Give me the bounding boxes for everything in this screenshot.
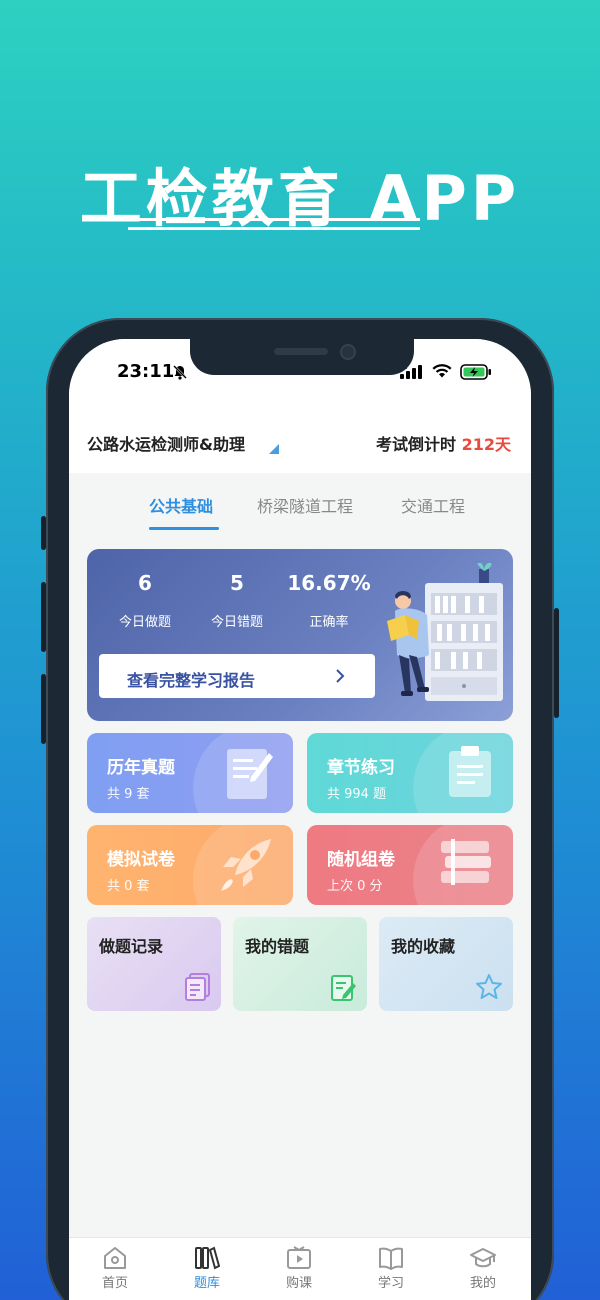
full-report-button[interactable]: 查看完整学习报告 <box>99 654 375 698</box>
home-icon <box>104 1247 126 1269</box>
mute-switch <box>41 516 46 550</box>
wrong-answers-icon <box>331 975 356 1001</box>
nav-study[interactable]: 学习 <box>361 1246 421 1291</box>
stat-label: 今日做题 <box>118 615 171 630</box>
power-button <box>554 608 559 718</box>
reading-person-illustration <box>387 563 503 701</box>
module-random-paper[interactable]: 随机组卷 上次 0 分 <box>307 825 513 905</box>
quick-link-favorites[interactable]: 我的收藏 <box>379 917 513 1011</box>
report-button-label: 查看完整学习报告 <box>127 671 256 690</box>
document-edit-icon <box>227 749 273 799</box>
module-past-exams[interactable]: 历年真题 共 9 套 <box>87 733 293 813</box>
stat-accuracy: 16.67% 正确率 <box>279 571 379 630</box>
app-header: 公路水运检测师&助理 考试倒计时 212天 <box>69 401 531 473</box>
countdown-days: 212天 <box>461 435 511 454</box>
module-subtitle: 共 0 套 <box>107 879 150 894</box>
nav-label: 购课 <box>285 1276 312 1291</box>
quick-link-title: 我的错题 <box>245 937 310 956</box>
clipboard-icon <box>449 746 491 797</box>
dropdown-corner-icon[interactable] <box>269 444 279 454</box>
nav-buy-course[interactable]: 购课 <box>269 1246 329 1291</box>
phone-screen: 23:11 公路水运检测师&助理 考试倒计时 212天 公共基础 桥梁隧道工程 … <box>69 339 531 1300</box>
notch <box>190 339 414 375</box>
module-subtitle: 共 9 套 <box>107 787 150 802</box>
nav-label: 学习 <box>377 1276 404 1291</box>
tab-traffic-engineering[interactable]: 交通工程 <box>401 493 465 517</box>
stat-value: 6 <box>138 571 152 595</box>
front-camera <box>340 344 356 360</box>
quick-link-wrong-answers[interactable]: 我的错题 <box>233 917 367 1011</box>
stat-label: 今日错题 <box>210 615 263 630</box>
library-icon <box>195 1246 220 1270</box>
chevron-right-icon <box>336 669 345 683</box>
promo-underline <box>128 218 420 221</box>
stat-label: 正确率 <box>309 615 349 630</box>
module-mock-exams[interactable]: 模拟试卷 共 0 套 <box>87 825 293 905</box>
nav-label: 首页 <box>101 1276 128 1291</box>
stat-value: 5 <box>230 571 244 595</box>
graduation-cap-icon <box>470 1248 496 1268</box>
star-icon <box>476 974 502 999</box>
records-icon <box>185 973 210 1001</box>
nav-label: 题库 <box>193 1276 220 1291</box>
countdown-label: 考试倒计时 <box>376 435 457 454</box>
bell-muted-icon <box>173 365 187 380</box>
module-title: 历年真题 <box>107 758 175 778</box>
subject-tabs: 公共基础 桥梁隧道工程 交通工程 <box>69 473 531 531</box>
exam-selector[interactable]: 公路水运检测师&助理 <box>87 431 245 455</box>
module-chapter-practice[interactable]: 章节练习 共 994 题 <box>307 733 513 813</box>
tab-bridge-tunnel[interactable]: 桥梁隧道工程 <box>257 493 353 517</box>
quick-link-records[interactable]: 做题记录 <box>87 917 221 1011</box>
study-stats-card: 6 今日做题 5 今日错题 16.67% 正确率 查看完整学习报告 <box>87 549 513 721</box>
stat-today-questions: 6 今日做题 <box>95 571 195 630</box>
books-icon <box>441 839 491 885</box>
module-subtitle: 上次 0 分 <box>327 879 383 894</box>
nav-label: 我的 <box>469 1276 496 1291</box>
nav-home[interactable]: 首页 <box>85 1246 145 1291</box>
module-title: 模拟试卷 <box>107 850 175 870</box>
module-title: 随机组卷 <box>327 850 395 870</box>
volume-up-button <box>41 582 46 652</box>
exam-countdown: 考试倒计时 212天 <box>376 431 511 455</box>
battery-charging-icon <box>460 364 491 380</box>
stat-today-wrong: 5 今日错题 <box>187 571 287 630</box>
tab-indicator <box>149 527 219 530</box>
rocket-icon <box>221 839 271 891</box>
module-subtitle: 共 994 题 <box>327 787 387 802</box>
status-time: 23:11 <box>117 361 175 382</box>
nav-library[interactable]: 题库 <box>177 1246 237 1291</box>
speaker <box>274 348 328 355</box>
promo-underline <box>128 227 420 230</box>
volume-down-button <box>41 674 46 744</box>
promo-title: 工检教育 APP <box>79 162 521 235</box>
tab-public-basics[interactable]: 公共基础 <box>149 493 213 517</box>
wifi-icon <box>432 364 452 378</box>
nav-profile[interactable]: 我的 <box>453 1246 513 1291</box>
book-icon <box>379 1247 403 1270</box>
quick-link-title: 我的收藏 <box>391 937 456 956</box>
quick-link-title: 做题记录 <box>99 937 164 956</box>
stat-value: 16.67% <box>287 571 371 595</box>
bottom-navigation: 首页 题库 购课 学习 我的 <box>69 1237 531 1300</box>
module-title: 章节练习 <box>327 758 395 778</box>
video-course-icon <box>287 1246 311 1269</box>
